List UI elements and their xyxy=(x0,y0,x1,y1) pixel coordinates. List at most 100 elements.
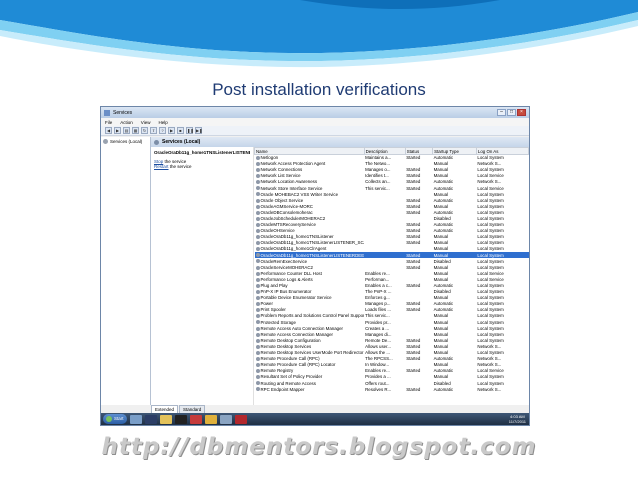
start-button[interactable]: Start xyxy=(103,414,127,424)
main-pane-header: Services (Local) xyxy=(151,137,529,147)
tools-icon[interactable] xyxy=(204,414,217,424)
tab-standard[interactable]: Standard xyxy=(179,405,206,413)
service-gear-icon xyxy=(255,320,260,325)
slide-title: Post installation verifications xyxy=(212,80,426,99)
console-tree: Services (Local) xyxy=(101,137,151,405)
windows-logo-icon xyxy=(106,416,112,422)
refresh-icon[interactable]: ↻ xyxy=(141,127,148,134)
column-header-startup-type[interactable]: Startup Type xyxy=(432,147,477,155)
menu-file[interactable]: File xyxy=(105,120,112,125)
services-list: Name Description Status Startup Type Log… xyxy=(254,147,529,405)
column-header-log-on-as[interactable]: Log On As xyxy=(475,147,529,155)
header-waves-decoration xyxy=(0,0,638,68)
service-gear-icon xyxy=(255,161,260,166)
service-gear-icon xyxy=(255,326,260,331)
service-gear-icon xyxy=(255,277,260,282)
service-gear-icon xyxy=(255,314,260,319)
cell-log-on-as: Network S... xyxy=(477,386,502,392)
menu-action[interactable]: Action xyxy=(120,120,133,125)
gear-icon xyxy=(103,139,108,144)
service-gear-icon xyxy=(255,222,260,227)
pause-service-icon[interactable]: ❚❚ xyxy=(186,127,194,134)
stop-service-icon[interactable]: ■ xyxy=(177,127,184,134)
close-button[interactable]: × xyxy=(517,109,526,116)
services-taskbar-icon[interactable] xyxy=(219,414,232,424)
column-header-name[interactable]: Name xyxy=(254,147,365,155)
service-gear-icon xyxy=(255,156,260,161)
cell-name: RPC Endpoint Mapper xyxy=(255,386,365,392)
cell-name: OracleOraDb11g_home1TNSListenerLISTENER_… xyxy=(255,240,364,246)
service-gear-icon xyxy=(255,338,260,343)
restart-service-icon[interactable]: ▶❚ xyxy=(195,127,202,134)
service-gear-icon xyxy=(255,198,260,203)
service-gear-icon xyxy=(255,253,260,258)
column-header-description[interactable]: Description xyxy=(363,147,406,155)
tree-node-services-local[interactable]: Services (Local) xyxy=(103,139,148,144)
service-gear-icon xyxy=(255,344,260,349)
service-gear-icon xyxy=(255,369,260,374)
maximize-button[interactable]: □ xyxy=(507,109,516,116)
service-gear-icon xyxy=(255,296,260,301)
export-icon[interactable]: ⇪ xyxy=(150,127,157,134)
cell-description: Resolves R... xyxy=(365,386,392,392)
view-tabs: Extended Standard xyxy=(151,405,206,413)
footer-url: http://dbmentors.blogspot.com xyxy=(101,434,537,460)
details-pane: OracleOraDb11g_home1TNSListenerLISTENERD… xyxy=(151,147,254,405)
command-prompt-icon[interactable] xyxy=(174,414,187,424)
table-body: Netlogon Maintains a... Started Automatic Lo… xyxy=(254,155,529,393)
forward-icon[interactable]: ▶ xyxy=(114,127,121,134)
service-gear-icon xyxy=(255,235,260,240)
minimize-button[interactable]: – xyxy=(497,109,506,116)
window-titlebar[interactable]: Services – □ × xyxy=(101,107,529,118)
service-gear-icon xyxy=(255,204,260,209)
menu-help[interactable]: Help xyxy=(158,120,167,125)
cell-name: OracleOraDb11g_home1TNSListenerLISTENERD… xyxy=(254,252,365,259)
back-icon[interactable]: ◀ xyxy=(105,127,112,134)
window-title: Services xyxy=(113,109,133,116)
oracle-app-icon[interactable] xyxy=(189,414,202,424)
toolbar: ◀ ▶ ▤ ▦ ↻ ⇪ ? ▶ ■ ❚❚ ▶❚ xyxy=(101,126,529,136)
cell-name: Remote Desktop Services UserMode Port Re… xyxy=(255,350,365,356)
selected-service-name: OracleOraDb11g_home1TNSListenerLISTENERD… xyxy=(154,150,250,155)
cell-status: Started xyxy=(406,386,421,392)
table-row[interactable]: RPC Endpoint Mapper Resolves R... Started A… xyxy=(255,386,529,392)
console-tree-icon[interactable]: ▤ xyxy=(123,127,130,134)
service-gear-icon xyxy=(255,241,260,246)
table-row[interactable]: Remote Procedure Call (RPC) The RPCSS... S… xyxy=(255,356,529,362)
powershell-icon[interactable] xyxy=(144,414,157,424)
service-gear-icon xyxy=(255,308,260,313)
service-gear-icon xyxy=(255,168,260,173)
split-pane: OracleOraDb11g_home1TNSListenerLISTENERD… xyxy=(151,147,529,405)
service-gear-icon xyxy=(255,229,260,234)
restart-link[interactable]: Restart xyxy=(154,164,169,169)
taskbar: Start 4:03 AM 11/7/2011 xyxy=(101,413,529,425)
service-gear-icon xyxy=(255,363,260,368)
service-gear-icon xyxy=(255,381,260,386)
service-gear-icon xyxy=(255,350,260,355)
service-gear-icon xyxy=(255,210,260,215)
column-header-status[interactable]: Status xyxy=(404,147,434,155)
service-gear-icon xyxy=(255,289,260,294)
app-icon[interactable] xyxy=(234,414,247,424)
start-service-icon[interactable]: ▶ xyxy=(168,127,175,134)
service-gear-icon xyxy=(255,283,260,288)
server-manager-icon[interactable] xyxy=(129,414,142,424)
tab-extended[interactable]: Extended xyxy=(151,405,179,413)
explorer-icon[interactable] xyxy=(159,414,172,424)
service-gear-icon xyxy=(255,271,260,276)
gear-icon xyxy=(154,139,159,145)
service-gear-icon xyxy=(255,174,260,179)
service-gear-icon xyxy=(255,180,260,185)
menu-view[interactable]: View xyxy=(141,120,151,125)
window-content: Services (Local) Services (Local) Oracle… xyxy=(101,137,529,405)
service-gear-icon xyxy=(255,216,260,221)
service-gear-icon xyxy=(255,302,260,307)
service-gear-icon xyxy=(255,356,260,361)
properties-icon[interactable]: ▦ xyxy=(132,127,139,134)
service-gear-icon xyxy=(255,332,260,337)
service-gear-icon xyxy=(255,387,260,392)
help-icon[interactable]: ? xyxy=(159,127,166,134)
service-gear-icon xyxy=(255,186,260,191)
taskbar-clock[interactable]: 4:03 AM 11/7/2011 xyxy=(509,414,526,424)
service-gear-icon xyxy=(255,375,260,380)
